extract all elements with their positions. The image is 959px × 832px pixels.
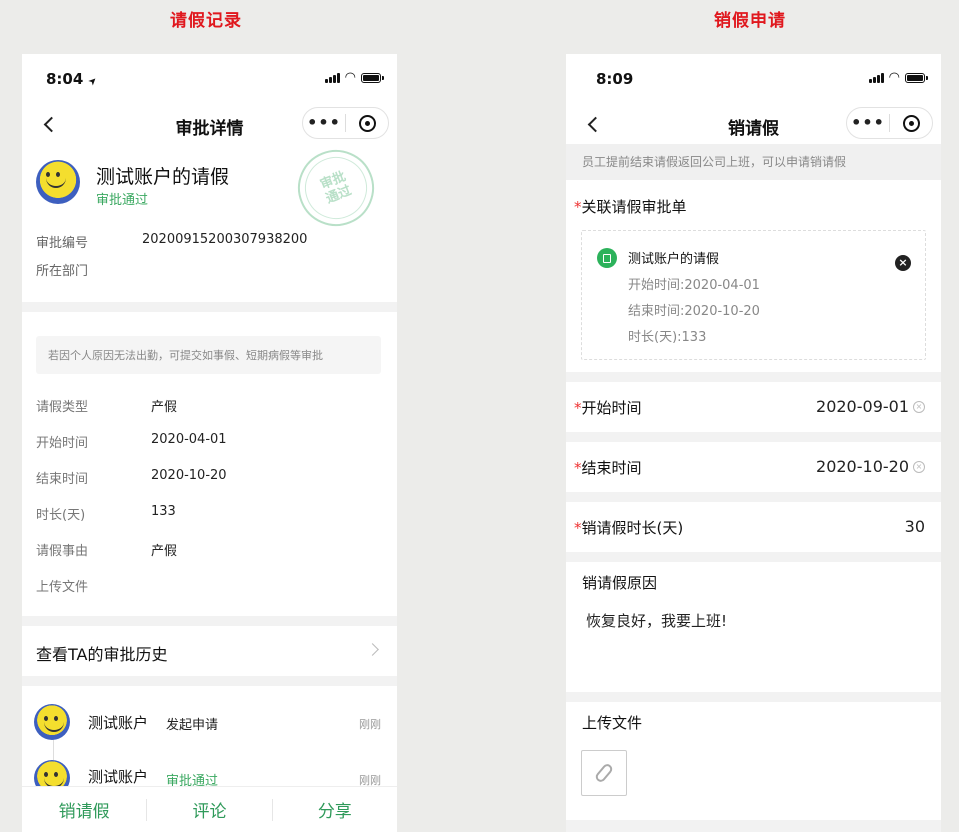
- detail-label: 请假类型: [36, 400, 89, 415]
- more-dots-icon[interactable]: •••: [303, 108, 345, 138]
- detail-value: 2020-04-01: [151, 432, 227, 447]
- department-label: 所在部门: [36, 264, 89, 279]
- detail-value: 产假: [151, 400, 178, 415]
- signal-icon: [324, 72, 340, 83]
- location-arrow-icon: ➤: [85, 74, 100, 89]
- avatar: [34, 704, 70, 740]
- clear-icon[interactable]: ×: [913, 400, 925, 413]
- history-link-label: 查看TA的审批历史: [36, 645, 168, 664]
- linked-start: 开始时间:2020-04-01: [628, 278, 760, 293]
- start-time-value[interactable]: 2020-09-01 ×: [816, 397, 925, 416]
- signal-icon: [868, 72, 884, 83]
- linked-approval-label: *关联请假审批单: [574, 198, 687, 216]
- upload-section: 上传文件: [566, 702, 941, 820]
- phone-cancel-leave: 8:09 ◠ 销请假 ••• 员工提前结束请假返回公司上班，可以申请销请假 *关…: [566, 54, 941, 832]
- approval-no-value: 20200915200307938200: [142, 232, 308, 247]
- duration-value[interactable]: 30: [905, 517, 925, 536]
- duration-label: *销请假时长(天): [574, 519, 684, 537]
- status-icons: ◠: [324, 70, 384, 85]
- chevron-right-icon: [366, 643, 379, 656]
- mini-program-capsule: •••: [846, 107, 933, 139]
- approval-header-card: 测试账户的请假 审批通过 审批通过 审批编号 20200915200307938…: [22, 138, 397, 302]
- timeline-name: 测试账户: [88, 768, 149, 786]
- linked-approval-card[interactable]: 测试账户的请假 × 开始时间:2020-04-01 结束时间:2020-10-2…: [581, 230, 926, 360]
- timeline-action: 发起申请: [166, 718, 219, 733]
- request-status: 审批通过: [96, 193, 149, 208]
- right-section-title: 销假申请: [714, 11, 786, 31]
- target-circle-icon[interactable]: [890, 114, 932, 132]
- timeline-time: 刚刚: [359, 718, 381, 731]
- end-time-field[interactable]: *结束时间 2020-10-20 ×: [566, 442, 941, 492]
- leave-detail-card: 若因个人原因无法出勤，可提交如事假、短期病假等审批 请假类型 产假 开始时间 2…: [22, 312, 397, 616]
- mini-program-capsule: •••: [302, 107, 389, 139]
- paperclip-icon: [593, 762, 615, 784]
- start-time-label: *开始时间: [574, 399, 642, 417]
- linked-duration: 时长(天):133: [628, 330, 707, 345]
- request-title: 测试账户的请假: [96, 166, 230, 188]
- target-circle-icon[interactable]: [346, 114, 388, 132]
- start-time-field[interactable]: *开始时间 2020-09-01 ×: [566, 382, 941, 432]
- status-bar: 8:09 ◠: [566, 54, 941, 104]
- more-dots-icon[interactable]: •••: [847, 108, 889, 138]
- timeline-name: 测试账户: [88, 714, 149, 732]
- detail-label: 结束时间: [36, 472, 89, 487]
- detail-value: 133: [151, 504, 176, 519]
- bottom-action-bar: 销请假 评论 分享: [22, 786, 397, 832]
- reason-textarea[interactable]: 恢复良好，我要上班!: [586, 610, 727, 631]
- nav-bar: 销请假 •••: [566, 104, 941, 144]
- wifi-icon: ◠: [344, 70, 356, 85]
- avatar: [36, 160, 80, 204]
- upload-button[interactable]: [581, 750, 627, 796]
- hint-text: 员工提前结束请假返回公司上班，可以申请销请假: [566, 144, 941, 180]
- phone-leave-record: 8:04 ➤ ◠ 审批详情 ••• 测试账户的请假 审批通过 审批通过 审批编号…: [22, 54, 397, 832]
- upload-label: 上传文件: [582, 714, 643, 732]
- status-icons: ◠: [868, 70, 928, 85]
- nav-bar: 审批详情 •••: [22, 104, 397, 144]
- close-icon[interactable]: ×: [895, 255, 911, 271]
- approval-no-label: 审批编号: [36, 236, 89, 251]
- doc-icon: [597, 248, 617, 268]
- left-section-title: 请假记录: [170, 11, 242, 31]
- reason-field[interactable]: 销请假原因 恢复良好，我要上班!: [566, 562, 941, 692]
- notice-text: 若因个人原因无法出勤，可提交如事假、短期病假等审批: [36, 336, 381, 374]
- cancel-leave-button[interactable]: 销请假: [22, 797, 146, 822]
- detail-label: 开始时间: [36, 436, 89, 451]
- share-button[interactable]: 分享: [273, 797, 397, 822]
- duration-field[interactable]: *销请假时长(天) 30: [566, 502, 941, 552]
- status-time: 8:09: [596, 70, 634, 88]
- linked-approval-section: *关联请假审批单 测试账户的请假 × 开始时间:2020-04-01 结束时间:…: [566, 180, 941, 372]
- end-time-label: *结束时间: [574, 459, 642, 477]
- detail-label: 上传文件: [36, 580, 89, 595]
- end-time-value[interactable]: 2020-10-20 ×: [816, 457, 925, 476]
- wifi-icon: ◠: [888, 70, 900, 85]
- reason-label: 销请假原因: [582, 574, 658, 592]
- comment-button[interactable]: 评论: [147, 797, 271, 822]
- clear-icon[interactable]: ×: [913, 460, 925, 473]
- status-time: 8:04 ➤: [46, 70, 100, 89]
- detail-label: 请假事由: [36, 544, 89, 559]
- detail-label: 时长(天): [36, 508, 86, 523]
- approval-history-link[interactable]: 查看TA的审批历史: [22, 626, 397, 676]
- status-bar: 8:04 ➤ ◠: [22, 54, 397, 104]
- detail-value: 产假: [151, 544, 178, 559]
- linked-end: 结束时间:2020-10-20: [628, 304, 760, 319]
- approved-stamp: 审批通过: [286, 138, 386, 238]
- detail-value: 2020-10-20: [151, 468, 227, 483]
- battery-icon: [361, 72, 384, 83]
- battery-icon: [905, 72, 928, 83]
- linked-title: 测试账户的请假: [628, 252, 720, 267]
